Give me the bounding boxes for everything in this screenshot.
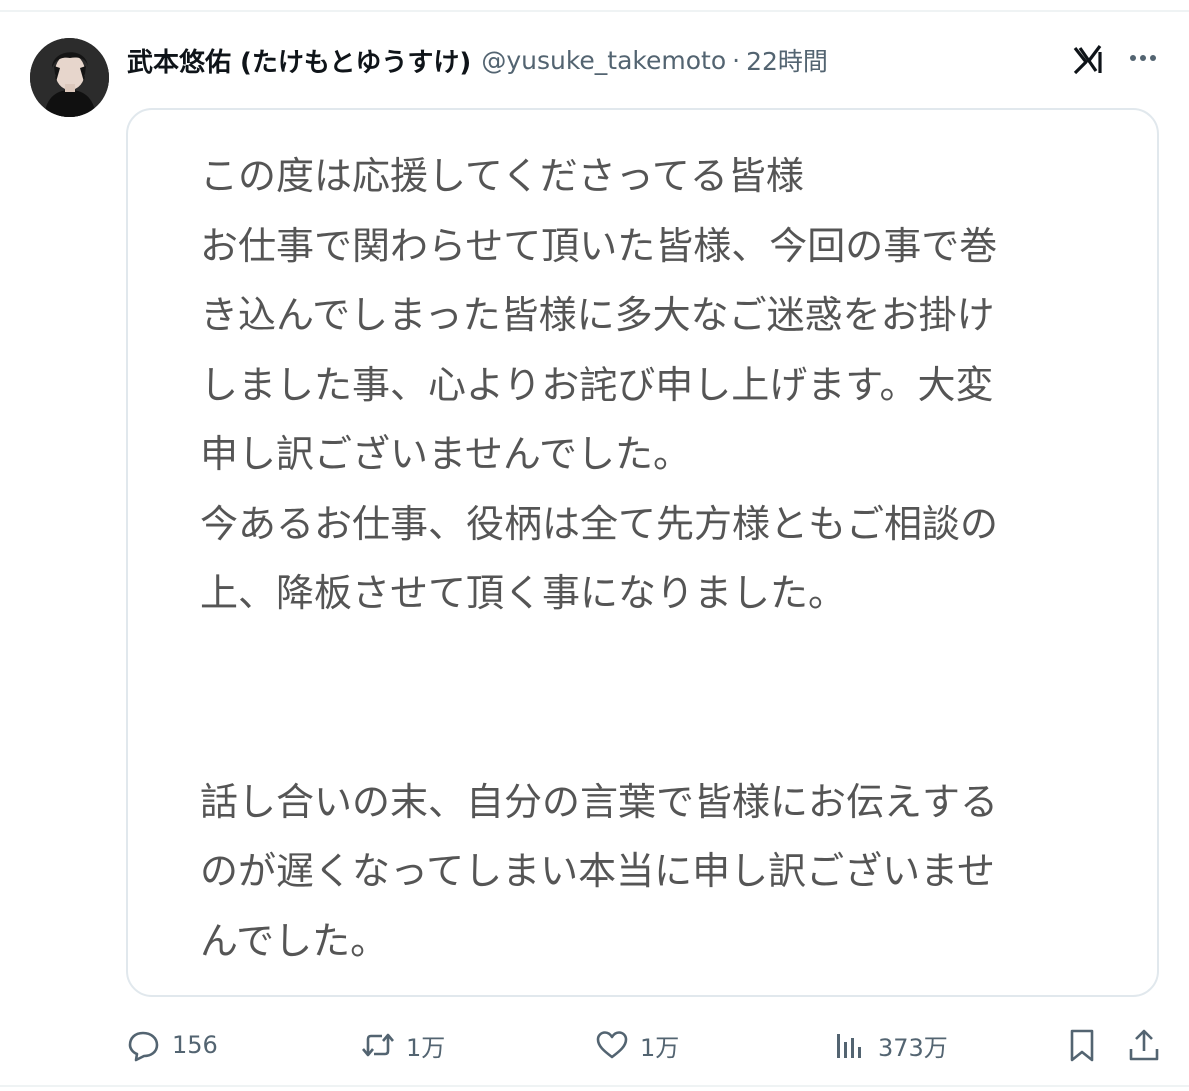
views-icon [837,1034,861,1058]
top-divider [0,10,1189,12]
views-button[interactable]: 373万 [832,1020,948,1070]
retweet-button[interactable]: 1万 [360,1020,445,1070]
post-header: 武本悠佑 (たけもとゆうすけ) @yusuke_takemoto · 22時間 [127,40,828,80]
retweet-count: 1万 [406,1033,446,1062]
reply-icon [128,1031,159,1062]
reply-count: 156 [172,1031,218,1059]
like-count: 1万 [640,1033,680,1062]
more-icon[interactable] [1126,44,1160,72]
view-count: 373万 [878,1033,948,1062]
share-button[interactable] [1126,1020,1162,1070]
header-separator: · [732,45,741,75]
heart-icon [596,1031,628,1059]
avatar-photo [30,38,109,117]
post-timestamp[interactable]: 22時間 [746,42,828,78]
bookmark-icon [1070,1029,1094,1062]
image-text: この度は応援してくださってる皆様 お仕事で関わらせて頂いた皆様、今回の事で巻 き… [200,154,999,963]
retweet-icon [362,1033,394,1057]
post-image[interactable]: この度は応援してくださってる皆様 お仕事で関わらせて頂いた皆様、今回の事で巻 き… [126,108,1159,997]
author-display-name[interactable]: 武本悠佑 (たけもとゆうすけ) [127,42,471,79]
avatar[interactable] [30,38,109,117]
author-handle[interactable]: @yusuke_takemoto [481,46,726,75]
reply-button[interactable]: 156 [126,1020,218,1070]
like-button[interactable]: 1万 [594,1020,679,1070]
grok-icon[interactable] [1072,42,1106,76]
bottom-divider [0,1085,1189,1087]
action-bar: 156 1万 1万 373万 [0,1020,1189,1070]
bookmark-button[interactable] [1064,1020,1100,1070]
share-icon [1129,1029,1159,1061]
